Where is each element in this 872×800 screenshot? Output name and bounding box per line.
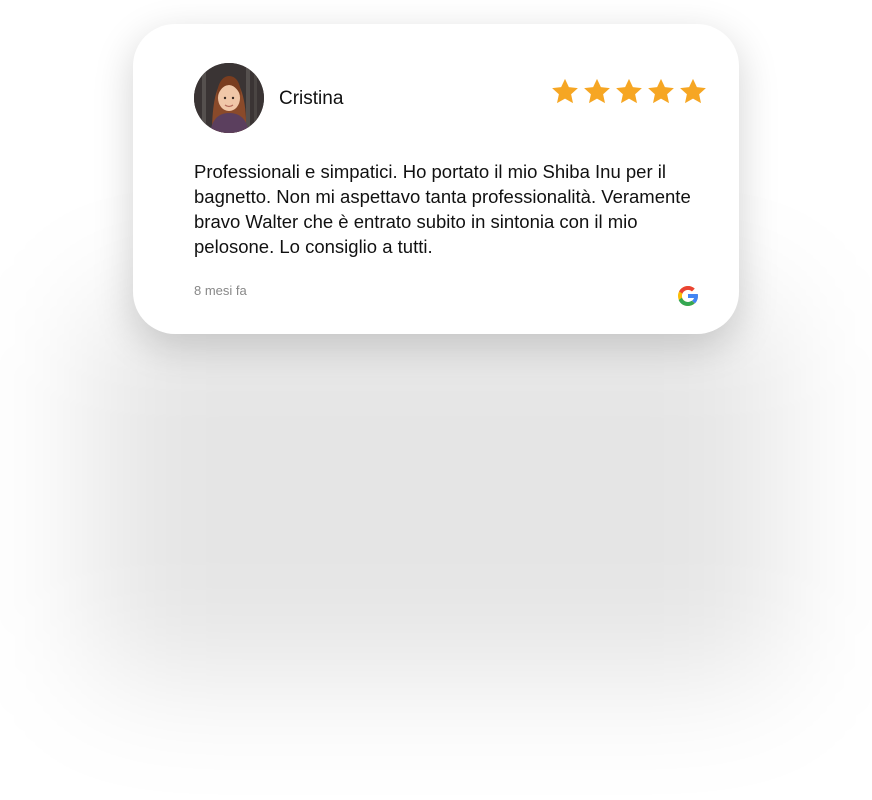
star-rating [550, 77, 706, 109]
star-icon [614, 77, 644, 109]
review-text: Professionali e simpatici. Ho portato il… [194, 161, 691, 257]
google-icon[interactable] [675, 283, 701, 309]
review-timestamp: 8 mesi fa [194, 283, 247, 298]
review-card: Cristina Professionali e simpatici. Ho p… [133, 24, 739, 334]
star-icon [646, 77, 676, 109]
star-icon [550, 77, 580, 109]
card-shadow [90, 300, 780, 680]
star-icon [582, 77, 612, 109]
star-icon [678, 77, 708, 109]
reviewer-name: Cristina [279, 88, 344, 109]
reviewer-avatar [194, 63, 264, 133]
